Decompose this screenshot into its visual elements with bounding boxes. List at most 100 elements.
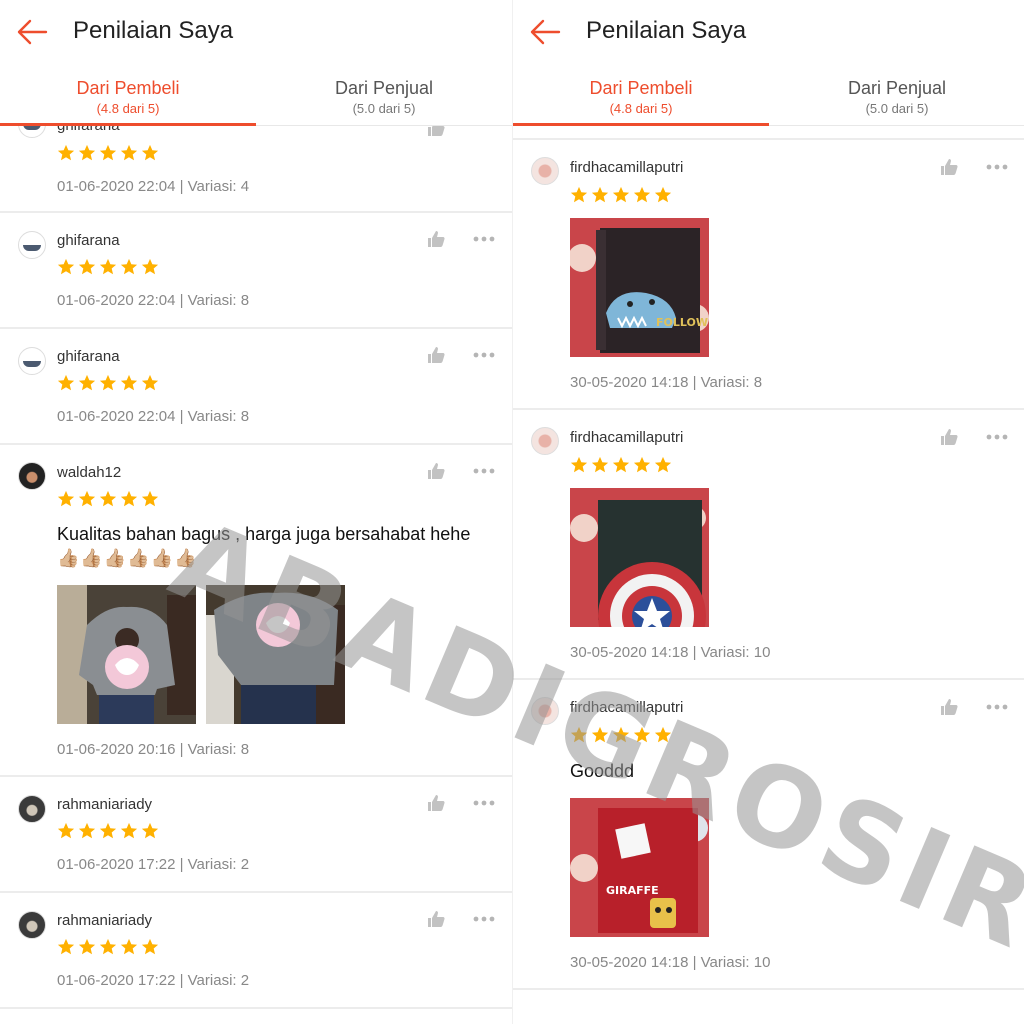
star-icon <box>591 186 609 203</box>
review-item: rahmaniariady 01-06-2020 17:22 | Variasi… <box>0 893 512 1009</box>
review-meta: 01-06-2020 22:04 | Variasi: 4 <box>57 178 250 195</box>
app-header: Penilaian Saya <box>0 0 512 62</box>
review-username[interactable]: rahmaniariady <box>57 912 152 929</box>
star-icon <box>612 456 630 473</box>
thumbs-up-icon[interactable] <box>426 909 446 929</box>
review-username[interactable]: firdhacamillaputri <box>570 429 683 446</box>
star-icon <box>633 456 651 473</box>
review-photo[interactable] <box>57 585 196 724</box>
tab-label: Dari Penjual <box>847 78 947 98</box>
review-photo[interactable]: FOLLOW ME <box>570 218 709 357</box>
rating-stars <box>57 822 162 840</box>
user-avatar[interactable] <box>531 157 559 185</box>
more-dots-icon[interactable] <box>472 235 496 243</box>
review-photo[interactable]: GIRAFFE <box>570 798 709 937</box>
review-meta: 01-06-2020 22:04 | Variasi: 8 <box>57 408 250 425</box>
star-icon <box>120 938 138 955</box>
review-username[interactable]: rahmaniariady <box>57 796 152 813</box>
tab-score: (5.0 dari 5) <box>865 101 929 116</box>
review-item: firdhacamillaputri 30-05-2020 14:18 | Va… <box>513 410 1024 680</box>
user-avatar[interactable] <box>531 697 559 725</box>
back-arrow-icon[interactable] <box>16 18 48 46</box>
thumbs-up-icon[interactable] <box>939 427 959 447</box>
star-icon <box>141 258 159 275</box>
star-icon <box>612 726 630 743</box>
rating-tabs: Dari Pembeli (4.8 dari 5) Dari Penjual (… <box>513 62 1024 126</box>
app-header: Penilaian Saya <box>513 0 1024 62</box>
thumbs-up-icon[interactable] <box>426 461 446 481</box>
review-meta: 01-06-2020 17:22 | Variasi: 2 <box>57 856 250 873</box>
tab-dari-penjual[interactable]: Dari Penjual (5.0 dari 5) <box>256 62 512 125</box>
more-dots-icon[interactable] <box>985 703 1009 711</box>
star-icon <box>78 490 96 507</box>
review-username[interactable]: ghifarana <box>57 232 120 249</box>
tab-label: Dari Pembeli <box>589 78 693 98</box>
rating-stars <box>57 374 162 392</box>
star-icon <box>654 186 672 203</box>
review-item: ghifarana 01-06-2020 22:04 | Variasi: 8 <box>0 329 512 445</box>
tab-dari-pembeli[interactable]: Dari Pembeli (4.8 dari 5) <box>0 62 256 126</box>
review-username[interactable]: firdhacamillaputri <box>570 159 683 176</box>
thumbs-up-icon[interactable] <box>426 229 446 249</box>
review-username[interactable]: waldah12 <box>57 464 121 481</box>
page-title: Penilaian Saya <box>586 17 747 44</box>
review-item: firdhacamillaputri FOLLOW ME 30-05-2020 … <box>513 140 1024 410</box>
user-avatar[interactable] <box>18 347 46 375</box>
star-icon <box>120 374 138 391</box>
star-icon <box>612 186 630 203</box>
user-avatar[interactable] <box>18 911 46 939</box>
star-icon <box>633 186 651 203</box>
review-username[interactable]: firdhacamillaputri <box>570 699 683 716</box>
more-dots-icon[interactable] <box>472 915 496 923</box>
left-screen: ghifarana 01-06-2020 22:04 | Variasi: 4 … <box>0 0 512 1024</box>
tab-score: (4.8 dari 5) <box>609 101 673 116</box>
thumbs-up-icon[interactable] <box>939 697 959 717</box>
review-meta: 01-06-2020 20:16 | Variasi: 8 <box>57 741 250 758</box>
review-photo[interactable] <box>206 585 345 724</box>
review-item: ghifarana 01-06-2020 22:04 | Variasi: 4 <box>0 110 512 213</box>
rating-stars <box>57 258 162 276</box>
more-dots-icon[interactable] <box>985 163 1009 171</box>
star-icon <box>57 938 75 955</box>
right-screen: Penilaian Saya Dari Pembeli (4.8 dari 5)… <box>512 0 1024 1024</box>
star-icon <box>120 822 138 839</box>
tab-dari-pembeli[interactable]: Dari Pembeli (4.8 dari 5) <box>513 62 769 126</box>
star-icon <box>57 374 75 391</box>
star-icon <box>141 374 159 391</box>
star-icon <box>654 456 672 473</box>
review-item: firdhacamillaputri Gooddd GIRAFFE 30-05-… <box>513 680 1024 990</box>
review-item: waldah12 Kualitas bahan bagus , harga ju… <box>0 445 512 777</box>
star-icon <box>141 822 159 839</box>
rating-stars <box>57 490 162 508</box>
more-dots-icon[interactable] <box>472 351 496 359</box>
thumbs-up-icon[interactable] <box>939 157 959 177</box>
review-item: ghifarana 01-06-2020 22:04 | Variasi: 8 <box>0 213 512 329</box>
star-icon <box>591 726 609 743</box>
thumbs-up-icon[interactable] <box>426 793 446 813</box>
thumbs-up-icon[interactable] <box>426 345 446 365</box>
rating-stars <box>570 456 675 474</box>
tab-label: Dari Penjual <box>334 78 434 98</box>
user-avatar[interactable] <box>18 462 46 490</box>
user-avatar[interactable] <box>18 795 46 823</box>
star-icon <box>57 258 75 275</box>
review-username[interactable]: ghifarana <box>57 348 120 365</box>
review-meta: 01-06-2020 22:04 | Variasi: 8 <box>57 292 250 309</box>
star-icon <box>78 822 96 839</box>
star-icon <box>99 490 117 507</box>
star-icon <box>78 374 96 391</box>
review-photo[interactable] <box>570 488 709 627</box>
back-arrow-icon[interactable] <box>529 18 561 46</box>
rating-stars <box>570 186 675 204</box>
user-avatar[interactable] <box>531 427 559 455</box>
star-icon <box>120 144 138 161</box>
more-dots-icon[interactable] <box>985 433 1009 441</box>
more-dots-icon[interactable] <box>472 467 496 475</box>
more-dots-icon[interactable] <box>472 799 496 807</box>
user-avatar[interactable] <box>18 231 46 259</box>
tab-dari-penjual[interactable]: Dari Penjual (5.0 dari 5) <box>769 62 1024 125</box>
star-icon <box>78 258 96 275</box>
star-icon <box>99 144 117 161</box>
review-meta: 01-06-2020 17:22 | Variasi: 2 <box>57 972 250 989</box>
star-icon <box>99 258 117 275</box>
